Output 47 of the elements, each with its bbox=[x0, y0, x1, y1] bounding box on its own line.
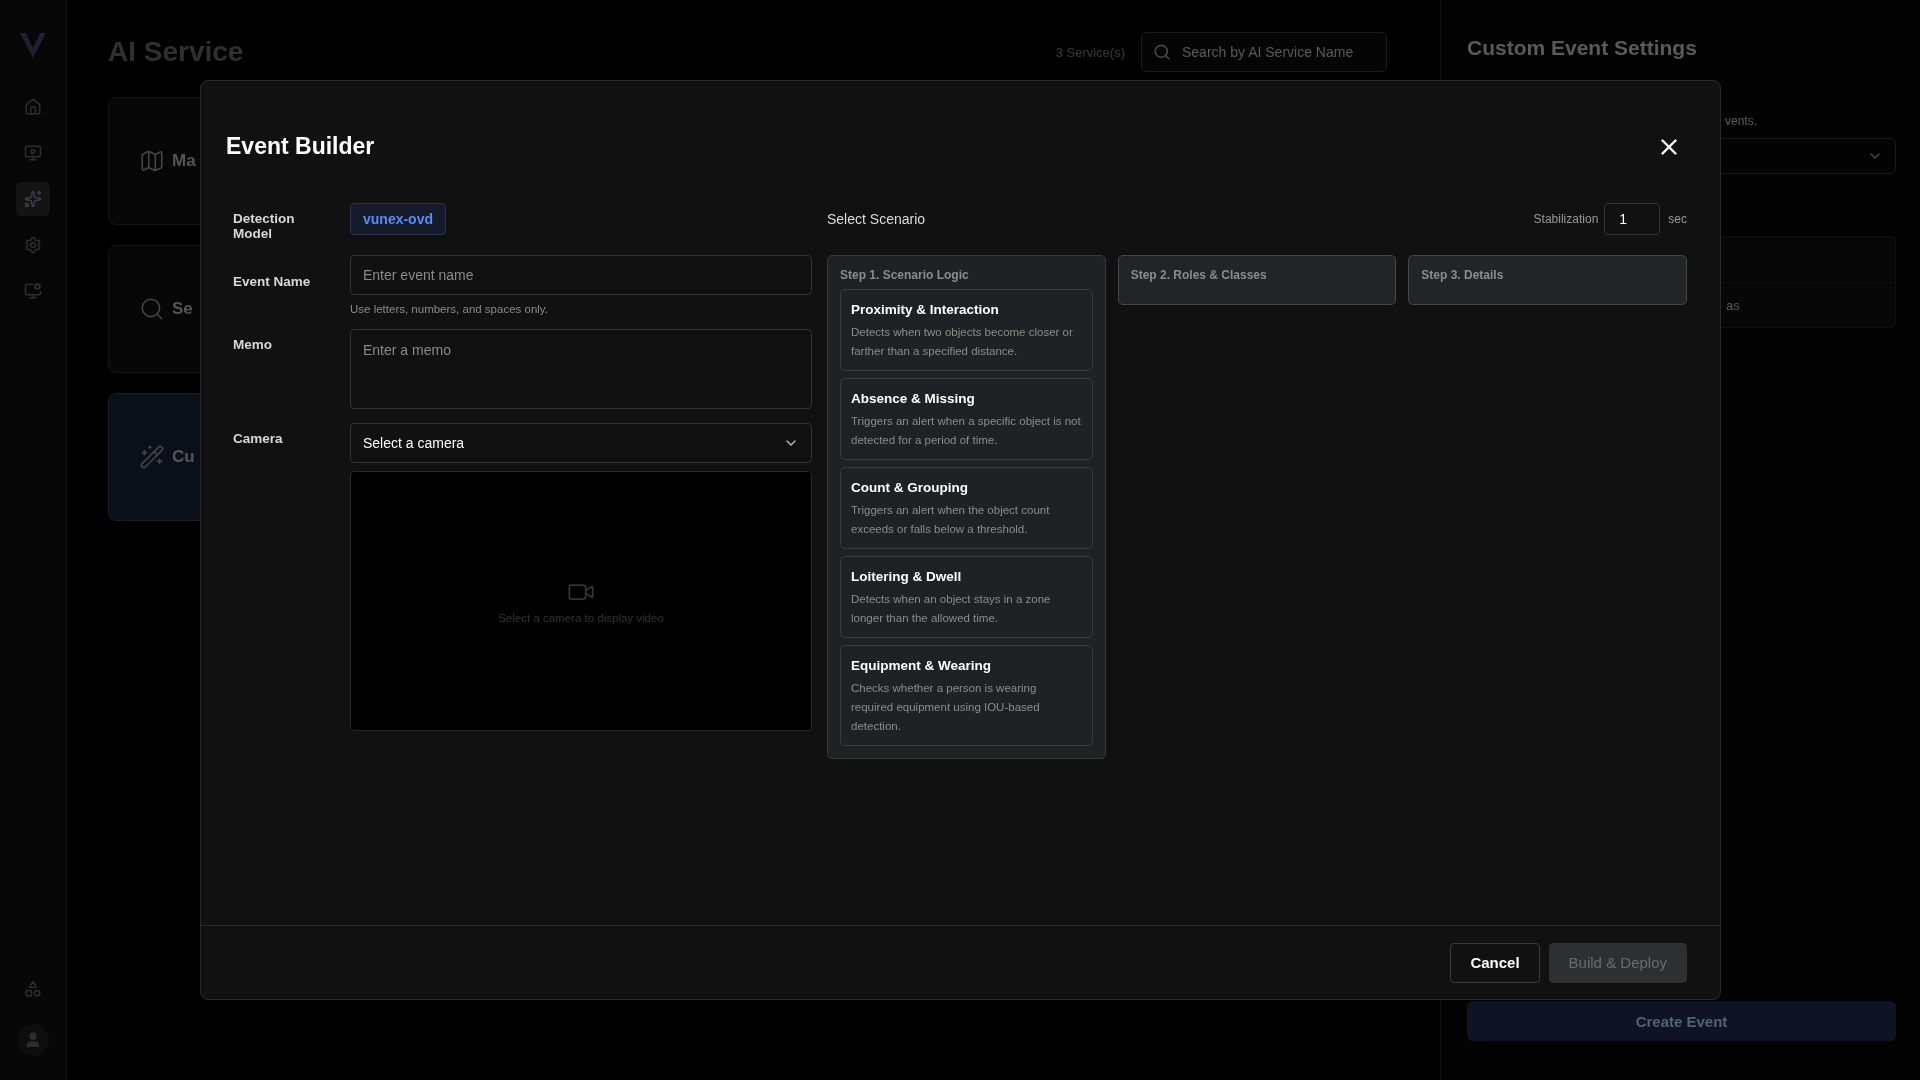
table-cell: as bbox=[1726, 297, 1740, 313]
memo-field[interactable]: Enter a memo bbox=[350, 329, 812, 409]
gear-icon bbox=[24, 236, 42, 254]
field-label: Camera bbox=[233, 430, 284, 448]
panel-title: Custom Event Settings bbox=[1467, 36, 1698, 60]
scenario-option[interactable]: Count & Grouping Triggers an alert when the object count exceeds or falls below a threshold. bbox=[840, 467, 1093, 549]
scenario-option[interactable]: Loitering & Dwell Detects when an object stays in a zone longer than the allowed time. bbox=[840, 556, 1093, 638]
search-icon bbox=[1153, 43, 1171, 61]
scenario-option[interactable]: Equipment & Wearing Checks whether a person is wearing required equipment using IOU-based detection. bbox=[840, 645, 1093, 746]
scenario-option[interactable]: Proximity & Interaction Detects when two objects become closer or farther than a specified distance. bbox=[840, 289, 1093, 371]
home-icon bbox=[24, 98, 42, 116]
sparkles-icon bbox=[24, 190, 42, 208]
search-field[interactable]: Search by AI Service Name bbox=[1141, 32, 1387, 72]
sidebar-item[interactable] bbox=[16, 182, 50, 216]
field-label: Event Name bbox=[233, 273, 312, 291]
logo-icon bbox=[18, 30, 48, 60]
stabilization-label: Stabilization bbox=[1533, 212, 1599, 226]
service-count: 3 Service(s) bbox=[1055, 44, 1125, 60]
step-panel[interactable] bbox=[827, 255, 1106, 759]
field-hint: Use letters, numbers, and spaces only. bbox=[350, 303, 549, 315]
scenario-option[interactable]: Absence & Missing Triggers an alert when a specific object is not detected for a period of time. bbox=[840, 378, 1093, 460]
monitor-play-icon bbox=[24, 144, 42, 162]
unit-label: sec bbox=[1668, 212, 1687, 226]
service-name: Cu bbox=[172, 447, 195, 467]
map-icon bbox=[139, 148, 165, 174]
stabilization-field[interactable]: 1 bbox=[1604, 203, 1661, 235]
step-title: Step 3. Details bbox=[1421, 268, 1505, 282]
model-tag: vunex-ovd bbox=[350, 203, 446, 235]
step-title: Step 2. Roles & Classes bbox=[1130, 268, 1268, 282]
step-panel[interactable]: Step 2. Roles & Classes bbox=[1117, 255, 1397, 305]
monitor-gear-icon bbox=[24, 282, 42, 300]
event-name-field[interactable]: Enter event name bbox=[350, 255, 812, 295]
cancel-button[interactable]: Cancel bbox=[1450, 942, 1540, 983]
user-avatar[interactable] bbox=[17, 1024, 49, 1056]
section-label: Select Scenario bbox=[827, 211, 926, 227]
dialog-title: Event Builder bbox=[226, 133, 375, 160]
camera-select[interactable]: Select a camera bbox=[350, 423, 812, 463]
step-panel[interactable]: Step 3. Details bbox=[1408, 255, 1687, 305]
field-label: Detection Model bbox=[233, 210, 296, 241]
panel-description: vents. bbox=[1725, 114, 1758, 128]
magic-wand-icon bbox=[139, 444, 165, 470]
step-title: Step 1. Scenario Logic bbox=[840, 268, 970, 282]
apps-icon[interactable] bbox=[24, 980, 42, 998]
service-name: Se bbox=[172, 299, 193, 319]
search-icon bbox=[139, 296, 165, 322]
field-label: Memo bbox=[233, 336, 273, 354]
service-name: Ma bbox=[172, 151, 196, 171]
